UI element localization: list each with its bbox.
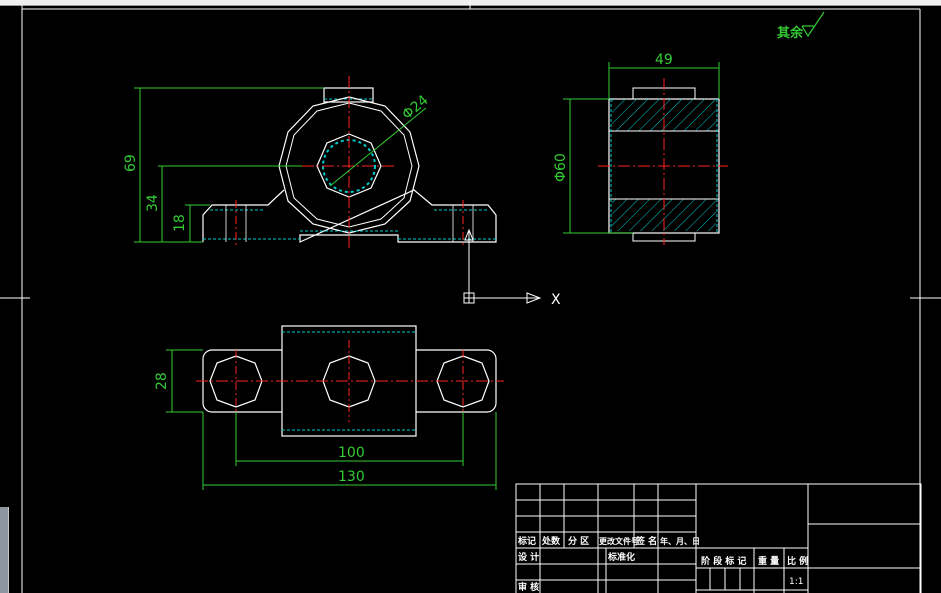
top-view: 28 100 130 — [154, 325, 504, 490]
ucs-x-label: X — [551, 292, 561, 308]
tb-header-count: 处数 — [541, 535, 561, 547]
height-dim-18: 18 — [172, 214, 188, 232]
tb-header-change-doc: 更改文件号 — [599, 536, 639, 546]
tb-review-label: 审 核 — [518, 581, 539, 593]
hole-spacing-dim-100: 100 — [338, 445, 365, 461]
tb-design-label: 设 计 — [518, 551, 539, 563]
surface-roughness-note: 其余 — [777, 11, 825, 41]
roughness-note-text: 其余 — [777, 25, 804, 41]
left-edge-toolbar-stub[interactable] — [0, 507, 9, 593]
cad-drawing-canvas[interactable]: 其余 69 34 18 Φ24 49 Φ60 X 28 100 130 标记 处… — [0, 0, 941, 593]
side-view: 49 Φ60 — [553, 52, 728, 245]
height-dim-69: 69 — [123, 154, 139, 172]
tb-scale: 比 例 — [787, 555, 808, 567]
tb-header-date: 年、月、日 — [660, 536, 700, 546]
height-dim-34: 34 — [145, 194, 161, 212]
tb-header-zone: 分 区 — [568, 535, 589, 547]
tb-stage-mark: 阶 段 标 记 — [701, 555, 746, 567]
tb-header-mark: 标记 — [517, 535, 536, 547]
diameter-dim-60: Φ60 — [553, 153, 569, 182]
width-dim-49: 49 — [655, 52, 673, 68]
tb-header-signature: 签 名 — [635, 535, 657, 547]
roughness-symbol-icon — [801, 11, 825, 38]
front-view: 69 34 18 Φ24 — [123, 76, 497, 248]
tb-scale-value: 1:1 — [789, 577, 803, 587]
bore-dim-24: Φ24 — [399, 92, 431, 123]
tb-weight: 重 量 — [758, 555, 779, 567]
tb-standard-label: 标准化 — [607, 551, 635, 563]
overall-length-dim-130: 130 — [338, 469, 365, 485]
width-dim-28: 28 — [154, 372, 170, 390]
